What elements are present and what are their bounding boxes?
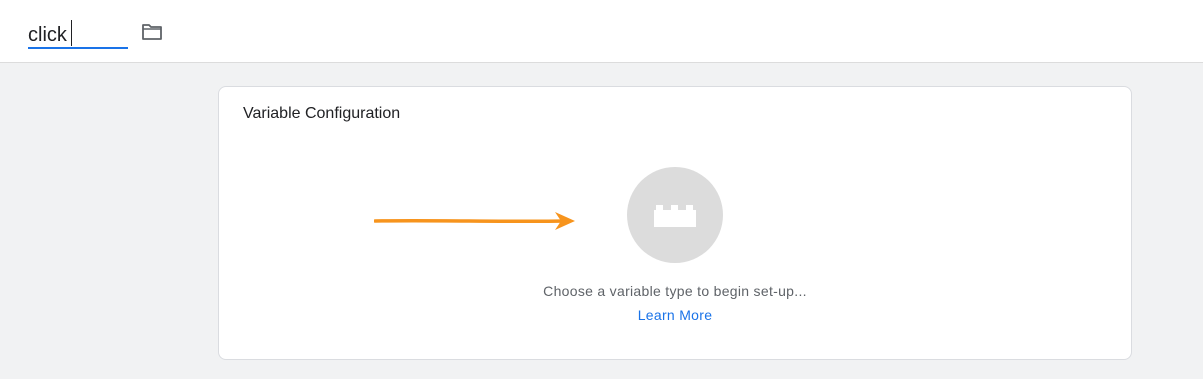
variable-configuration-card: Variable Configuration Choose a variable… [218,86,1132,360]
card-title: Variable Configuration [243,105,401,122]
annotation-arrow [374,212,575,230]
setup-hint: Choose a variable type to begin set-up..… [543,283,807,299]
lego-block-icon [654,205,696,227]
variable-name-value: click [28,20,72,47]
folder-icon[interactable] [141,22,163,42]
learn-more-link[interactable]: Learn More [219,307,1131,323]
variable-type-picker[interactable] [627,167,723,263]
top-bar: click [0,0,1203,63]
variable-name-input[interactable]: click [28,16,128,49]
text-cursor [70,20,72,46]
